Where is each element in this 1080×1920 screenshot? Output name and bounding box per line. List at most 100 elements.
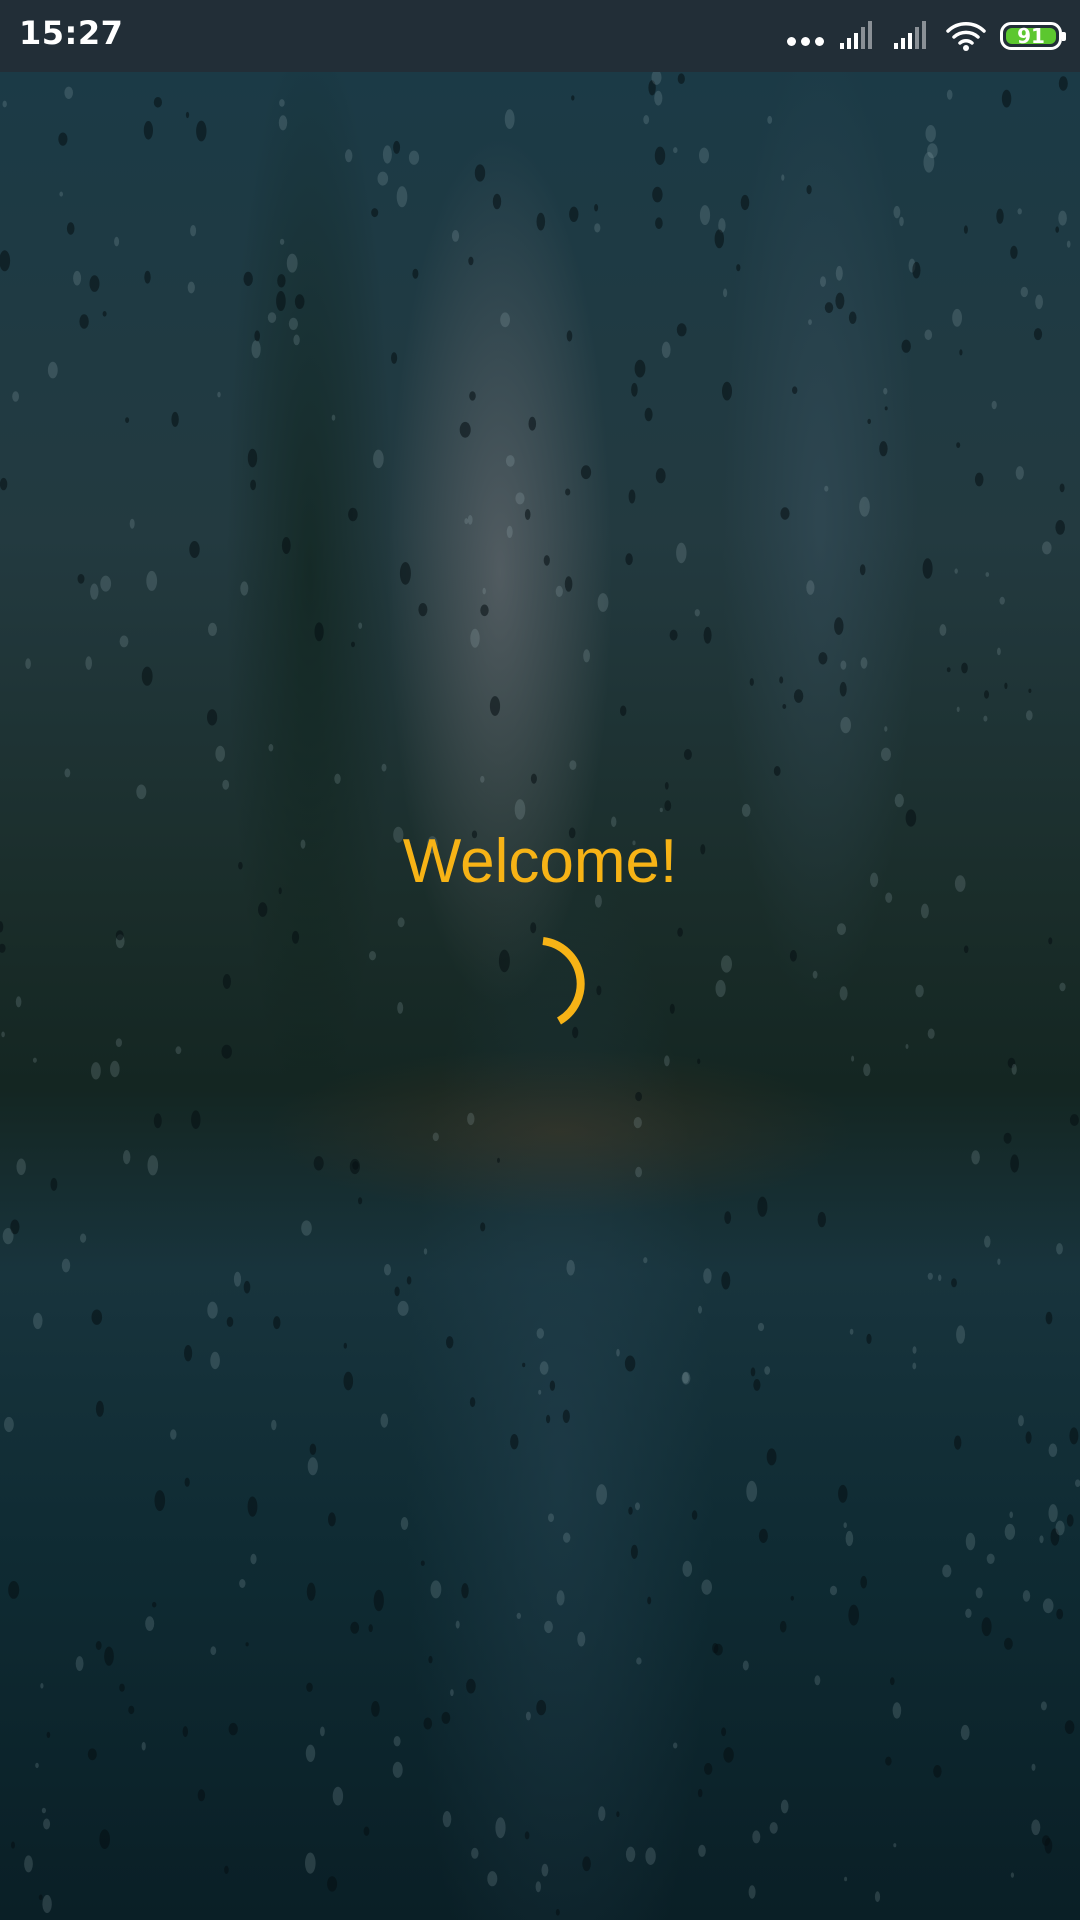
raindrop bbox=[562, 1409, 570, 1424]
raindrop bbox=[143, 121, 153, 140]
raindrop bbox=[207, 1301, 218, 1319]
raindrop bbox=[80, 1233, 87, 1243]
raindrop bbox=[314, 622, 324, 642]
raindrop bbox=[1045, 1311, 1053, 1325]
raindrop bbox=[541, 1863, 549, 1877]
raindrop bbox=[884, 726, 888, 732]
raindrop bbox=[10, 1219, 20, 1235]
raindrop bbox=[1069, 1427, 1079, 1445]
raindrop bbox=[226, 1316, 234, 1327]
raindrop bbox=[859, 496, 870, 517]
raindrop bbox=[582, 1856, 591, 1872]
raindrop bbox=[838, 1484, 848, 1503]
raindrop bbox=[306, 1682, 313, 1693]
raindrop bbox=[829, 1585, 838, 1596]
raindrop bbox=[699, 147, 709, 164]
raindrop bbox=[305, 1744, 316, 1763]
raindrop bbox=[2, 100, 7, 108]
raindrop bbox=[196, 120, 207, 142]
raindrop bbox=[566, 1259, 575, 1276]
raindrop bbox=[430, 1580, 442, 1599]
raindrop bbox=[620, 705, 627, 717]
raindrop bbox=[535, 1881, 541, 1893]
raindrop bbox=[423, 1248, 428, 1255]
raindrop bbox=[245, 1642, 249, 1647]
raindrop bbox=[643, 1257, 648, 1264]
raindrop bbox=[682, 1560, 693, 1577]
raindrop bbox=[207, 709, 218, 726]
raindrop bbox=[451, 230, 460, 242]
raindrop bbox=[704, 1763, 713, 1775]
raindrop bbox=[616, 1811, 620, 1818]
raindrop bbox=[487, 1871, 498, 1887]
raindrop bbox=[0, 943, 6, 953]
raindrop bbox=[279, 238, 285, 245]
raindrop bbox=[412, 268, 419, 279]
raindrop bbox=[883, 387, 888, 395]
raindrop bbox=[279, 99, 285, 107]
raindrop bbox=[141, 1741, 146, 1751]
raindrop bbox=[0, 477, 8, 491]
raindrop bbox=[250, 1553, 257, 1565]
raindrop bbox=[332, 1786, 344, 1806]
raindrop bbox=[0, 250, 11, 272]
raindrop bbox=[175, 1046, 182, 1055]
raindrop bbox=[835, 292, 845, 310]
splash-screen: 15:27 91 Welcome! bbox=[0, 0, 1080, 1920]
raindrop bbox=[715, 979, 726, 998]
raindrop bbox=[1018, 1415, 1024, 1427]
raindrop bbox=[423, 1717, 433, 1730]
raindrop bbox=[271, 1419, 277, 1431]
raindrop bbox=[565, 488, 571, 496]
raindrop bbox=[505, 455, 515, 467]
raindrop bbox=[655, 217, 663, 229]
raindrop bbox=[128, 1705, 135, 1715]
raindrop bbox=[997, 1258, 1001, 1265]
raindrop bbox=[397, 1002, 404, 1014]
raindrop bbox=[546, 1414, 551, 1424]
raindrop bbox=[247, 1496, 258, 1517]
raindrop bbox=[210, 1351, 220, 1370]
raindrop bbox=[371, 1701, 380, 1717]
more-dots-icon bbox=[787, 36, 824, 46]
raindrop bbox=[769, 1822, 778, 1834]
raindrop bbox=[495, 1817, 506, 1839]
raindrop bbox=[959, 349, 963, 356]
raindrop bbox=[596, 1484, 607, 1505]
raindrop bbox=[1011, 1063, 1017, 1075]
raindrop bbox=[664, 1055, 670, 1067]
raindrop bbox=[860, 1575, 867, 1589]
raindrop bbox=[1001, 89, 1012, 108]
raindrop bbox=[893, 205, 901, 219]
raindrop bbox=[625, 553, 633, 566]
raindrop bbox=[721, 1727, 727, 1737]
raindrop bbox=[564, 576, 573, 592]
raindrop bbox=[1042, 1598, 1054, 1614]
raindrop bbox=[673, 1742, 678, 1749]
raindrop bbox=[848, 1604, 859, 1626]
raindrop bbox=[171, 411, 179, 427]
raindrop bbox=[442, 1811, 452, 1828]
raindrop bbox=[87, 1748, 97, 1761]
raindrop bbox=[837, 923, 846, 935]
raindrop bbox=[669, 1003, 675, 1014]
raindrop bbox=[984, 690, 989, 699]
raindrop bbox=[954, 1435, 962, 1450]
raindrop bbox=[119, 635, 129, 648]
raindrop bbox=[73, 270, 82, 286]
raindrop bbox=[698, 1305, 702, 1314]
raindrop bbox=[222, 974, 231, 989]
raindrop bbox=[393, 1736, 401, 1747]
raindrop bbox=[273, 1316, 281, 1330]
raindrop bbox=[905, 1044, 909, 1049]
signal-icon bbox=[894, 21, 926, 49]
raindrop bbox=[313, 1156, 324, 1171]
raindrop bbox=[694, 609, 700, 617]
raindrop bbox=[1055, 226, 1059, 233]
raindrop bbox=[974, 472, 984, 487]
raindrop bbox=[267, 312, 277, 323]
raindrop bbox=[406, 1276, 412, 1285]
raindrop bbox=[839, 681, 847, 697]
raindrop bbox=[942, 1564, 952, 1578]
raindrop bbox=[543, 555, 550, 566]
